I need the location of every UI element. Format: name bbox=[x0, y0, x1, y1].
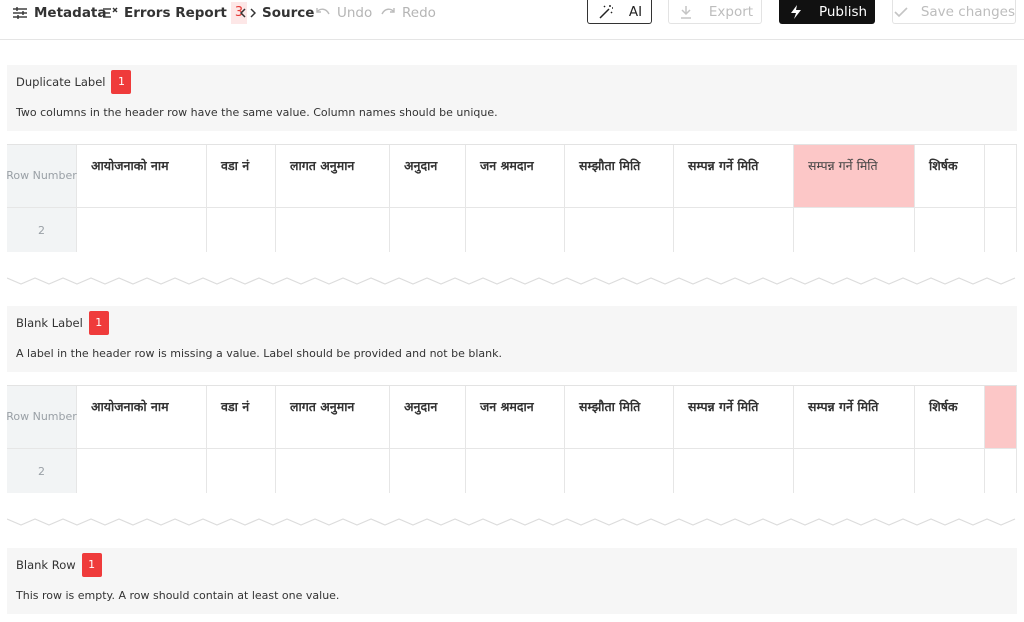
row-number-cell: 2 bbox=[7, 208, 77, 252]
table-cell[interactable] bbox=[466, 449, 565, 493]
header-row: Row Number आयोजनाको नाम वडा नं लागत अनुम… bbox=[7, 386, 1017, 448]
redo-icon bbox=[379, 5, 397, 21]
table-cell[interactable] bbox=[207, 208, 276, 252]
column-header[interactable]: लागत अनुमान bbox=[276, 145, 390, 207]
table-cell[interactable] bbox=[390, 449, 466, 493]
table-cell[interactable] bbox=[985, 208, 1017, 252]
column-header[interactable]: शिर्षक bbox=[915, 145, 985, 207]
column-header[interactable]: वडा नं bbox=[207, 386, 276, 448]
errors-report-tab[interactable]: Errors Report 3 bbox=[101, 2, 248, 24]
table-cell[interactable] bbox=[794, 449, 915, 493]
column-header-blank[interactable] bbox=[985, 145, 1017, 207]
error-count-badge: 1 bbox=[88, 311, 109, 335]
table-cell[interactable] bbox=[276, 449, 390, 493]
error-title: Blank Row bbox=[16, 558, 76, 572]
error-card-duplicate-label: Duplicate Label 1 Two columns in the hea… bbox=[7, 65, 1017, 131]
column-header[interactable]: सम्पन्न गर्ने मिति bbox=[674, 386, 794, 448]
error-title-row: Duplicate Label 1 bbox=[16, 70, 1008, 94]
column-header[interactable]: सम्पन्न गर्ने मिति bbox=[794, 386, 915, 448]
table-cell[interactable] bbox=[77, 449, 207, 493]
table-cell[interactable] bbox=[674, 208, 794, 252]
table-cell[interactable] bbox=[915, 449, 985, 493]
error-title: Blank Label bbox=[16, 316, 83, 330]
table-cell[interactable] bbox=[77, 208, 207, 252]
column-header[interactable]: आयोजनाको नाम bbox=[77, 145, 207, 207]
download-icon bbox=[677, 4, 695, 20]
column-header[interactable]: सम्झौता मिति bbox=[565, 145, 674, 207]
error-description: Two columns in the header row have the s… bbox=[16, 106, 498, 119]
error-title: Duplicate Label bbox=[16, 75, 106, 89]
column-header[interactable]: लागत अनुमान bbox=[276, 386, 390, 448]
header-row: Row Number आयोजनाको नाम वडा नं लागत अनुम… bbox=[7, 145, 1017, 207]
column-header[interactable]: अनुदान bbox=[390, 145, 466, 207]
column-header[interactable]: सम्झौता मिति bbox=[565, 386, 674, 448]
export-label: Export bbox=[708, 3, 754, 20]
column-header-blank[interactable] bbox=[985, 386, 1017, 448]
column-header[interactable]: वडा नं bbox=[207, 145, 276, 207]
table-cell[interactable] bbox=[207, 449, 276, 493]
table-cell[interactable] bbox=[915, 208, 985, 252]
publish-button[interactable]: Publish bbox=[779, 0, 875, 24]
error-title-row: Blank Label 1 bbox=[16, 311, 1008, 335]
table-row: 2 bbox=[7, 448, 1017, 493]
errors-report-label: Errors Report bbox=[124, 5, 227, 21]
magic-wand-icon bbox=[597, 4, 615, 20]
row-number-header: Row Number bbox=[7, 386, 77, 448]
check-icon bbox=[893, 4, 909, 20]
column-header[interactable]: शिर्षक bbox=[915, 386, 985, 448]
undo-icon bbox=[314, 5, 332, 21]
table-cell[interactable] bbox=[565, 449, 674, 493]
table-cell[interactable] bbox=[276, 208, 390, 252]
undo-button[interactable]: Undo bbox=[314, 2, 372, 24]
lightning-icon bbox=[787, 4, 805, 20]
column-header-duplicate[interactable]: सम्पन्न गर्ने मिति bbox=[794, 145, 915, 207]
save-changes-button[interactable]: Save changes bbox=[892, 0, 1016, 24]
column-header[interactable]: अनुदान bbox=[390, 386, 466, 448]
code-icon bbox=[239, 5, 257, 21]
table-cell[interactable] bbox=[466, 208, 565, 252]
table-cell[interactable] bbox=[794, 208, 915, 252]
error-preview-table-duplicate: Row Number आयोजनाको नाम वडा नं लागत अनुम… bbox=[7, 144, 1017, 252]
table-cell[interactable] bbox=[985, 449, 1017, 493]
save-changes-label: Save changes bbox=[920, 3, 1015, 20]
metadata-tab[interactable]: Metadata bbox=[11, 2, 107, 24]
publish-label: Publish bbox=[818, 4, 868, 20]
redo-label: Redo bbox=[402, 5, 436, 21]
error-preview-table-blank-label: Row Number आयोजनाको नाम वडा नं लागत अनुम… bbox=[7, 385, 1017, 493]
ai-button[interactable]: AI bbox=[587, 0, 652, 24]
redo-button[interactable]: Redo bbox=[379, 2, 436, 24]
table-cell[interactable] bbox=[565, 208, 674, 252]
error-title-row: Blank Row 1 bbox=[16, 553, 1008, 577]
table-cell[interactable] bbox=[674, 449, 794, 493]
column-header[interactable]: जन श्रमदान bbox=[466, 145, 565, 207]
error-count-badge: 1 bbox=[81, 553, 102, 577]
error-card-blank-row: Blank Row 1 This row is empty. A row sho… bbox=[7, 548, 1017, 614]
ai-label: AI bbox=[628, 3, 643, 20]
row-number-header: Row Number bbox=[7, 145, 77, 207]
table-row: 2 bbox=[7, 207, 1017, 252]
source-label: Source bbox=[262, 5, 315, 21]
column-header[interactable]: सम्पन्न गर्ने मिति bbox=[674, 145, 794, 207]
error-description: This row is empty. A row should contain … bbox=[16, 589, 340, 602]
sliders-icon bbox=[11, 5, 29, 21]
section-divider-zigzag bbox=[7, 277, 1016, 285]
toolbar: Metadata Errors Report 3 Source Undo Red… bbox=[0, 0, 1024, 40]
metadata-label: Metadata bbox=[34, 5, 107, 21]
section-divider-zigzag bbox=[7, 518, 1016, 526]
export-button[interactable]: Export bbox=[668, 0, 762, 24]
table-cell[interactable] bbox=[390, 208, 466, 252]
error-card-blank-label: Blank Label 1 A label in the header row … bbox=[7, 306, 1017, 372]
column-header[interactable]: आयोजनाको नाम bbox=[77, 386, 207, 448]
undo-label: Undo bbox=[337, 5, 373, 21]
error-description: A label in the header row is missing a v… bbox=[16, 347, 502, 360]
row-number-cell: 2 bbox=[7, 449, 77, 493]
column-header[interactable]: जन श्रमदान bbox=[466, 386, 565, 448]
source-tab[interactable]: Source bbox=[239, 2, 314, 24]
error-count-badge: 1 bbox=[111, 70, 132, 94]
list-x-icon bbox=[101, 5, 119, 21]
